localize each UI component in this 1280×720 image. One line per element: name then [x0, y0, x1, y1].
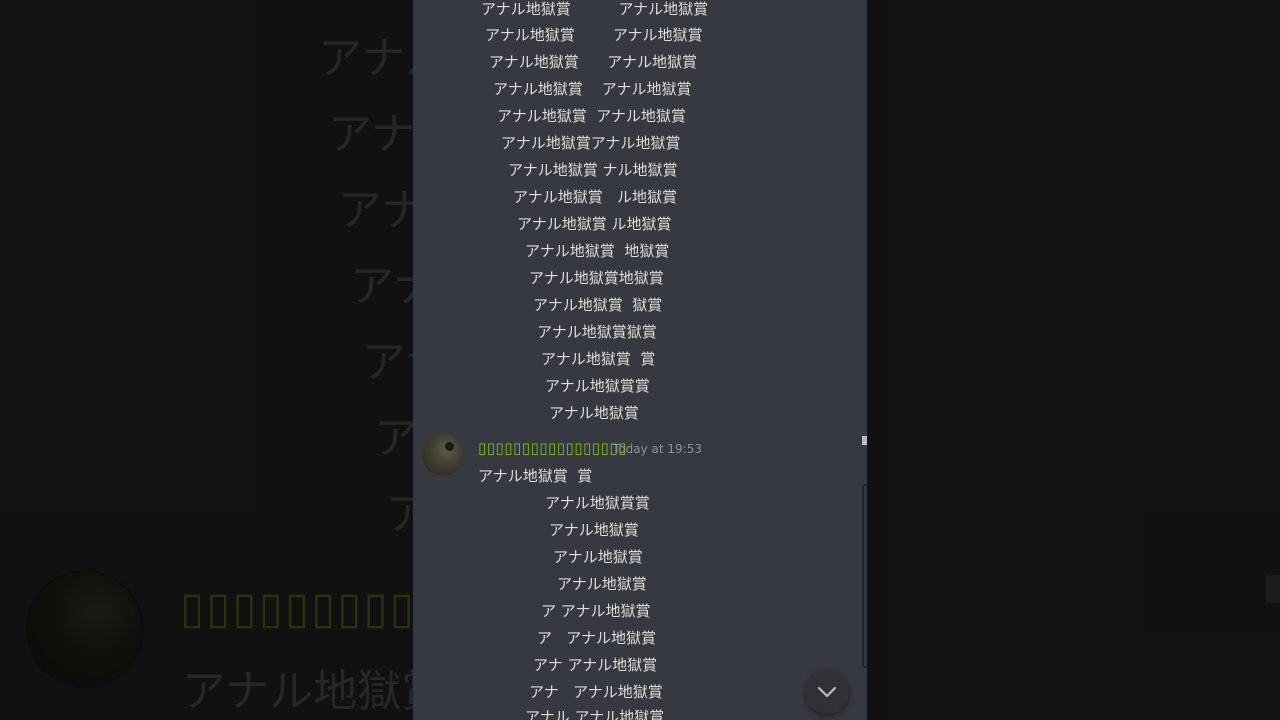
message-line: アナル地獄賞 アナル地獄賞: [485, 26, 703, 44]
message-line: アナル地獄賞: [549, 404, 639, 422]
message-line: アナル地獄賞賞: [545, 494, 650, 512]
message-line: アナル地獄賞: [557, 575, 647, 593]
message-line: アナル地獄賞賞: [545, 377, 650, 395]
message-line: アナル地獄賞地獄賞: [529, 269, 664, 287]
message-line: アナル地獄賞: [549, 521, 639, 539]
message-line: ア アナル地獄賞: [541, 602, 651, 620]
message-line: アナル地獄賞 獄賞: [533, 296, 663, 314]
avatar-detail: [445, 442, 454, 451]
message-line: アナル地獄賞 ナル地獄賞: [508, 161, 678, 179]
message-line: アナル地獄賞アナル地獄賞: [501, 134, 681, 152]
message-line: アナル地獄賞 アナル地獄賞: [489, 53, 698, 71]
message-line: ア アナル地獄賞: [537, 629, 657, 647]
message-line: アナル地獄賞 地獄賞: [525, 242, 670, 260]
chat-panel: アナル地獄賞 アナル地獄賞 アナル地獄賞 アナル地獄賞 アナル地獄賞 アナル地獄…: [413, 0, 867, 720]
user-avatar[interactable]: [422, 434, 464, 476]
message-line: アナル地獄賞 賞: [541, 350, 656, 368]
message-author-username[interactable]: ▯▯▯▯▯▯▯▯▯▯▯▯▯▯▯▯▯: [478, 439, 627, 457]
chevron-down-icon: [817, 686, 837, 698]
jump-to-present-button[interactable]: [805, 670, 849, 714]
message-line: アナル地獄賞 アナル地獄賞: [493, 80, 692, 98]
message-line: アナ アナル地獄賞: [533, 656, 658, 674]
message-line: アナル アナル地獄賞: [525, 708, 665, 720]
message-line: アナル地獄賞 ル地獄賞: [517, 215, 672, 233]
message-line: アナル地獄賞獄賞: [537, 323, 657, 341]
message-line: アナル地獄賞 アナル地獄賞: [497, 107, 686, 125]
message-line: アナル地獄賞 ル地獄賞: [513, 188, 678, 206]
message-line: アナル地獄賞 アナル地獄賞: [481, 0, 709, 18]
scrollbar-thumb[interactable]: [862, 436, 867, 445]
message-line: アナ アナル地獄賞: [529, 683, 663, 701]
message-line: アナル地獄賞: [553, 548, 643, 566]
message-timestamp: Today at 19:53: [613, 442, 702, 456]
message-line: アナル地獄賞 賞: [478, 467, 593, 485]
scrollbar-track[interactable]: [862, 484, 867, 668]
